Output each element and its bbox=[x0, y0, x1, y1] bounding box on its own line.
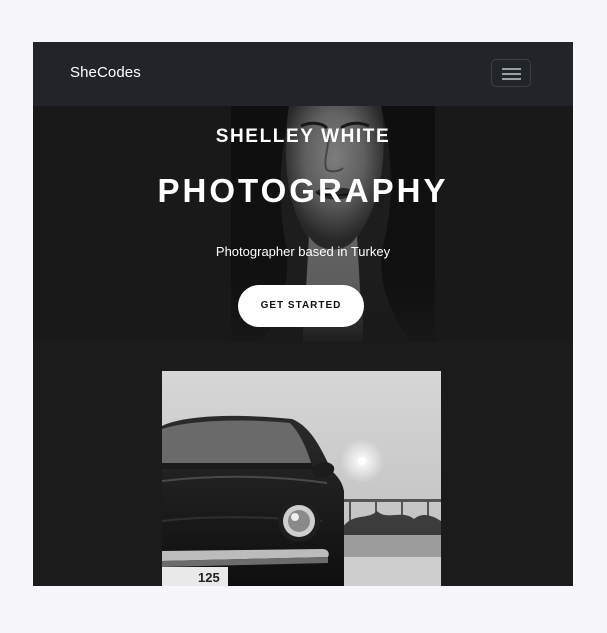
hero-section: SHELLEY WHITE PHOTOGRAPHY Photographer b… bbox=[33, 106, 573, 342]
brand-link[interactable]: SheCodes bbox=[70, 64, 141, 81]
gallery-section: 125 bbox=[33, 342, 573, 586]
hero-subtitle: SHELLEY WHITE bbox=[215, 126, 391, 147]
hero-title: PHOTOGRAPHY bbox=[157, 172, 449, 209]
get-started-button[interactable]: GET STARTED bbox=[238, 285, 364, 327]
license-plate-text: 125 bbox=[198, 570, 220, 585]
car-photo: 125 bbox=[162, 371, 441, 586]
hero-tagline: Photographer based in Turkey bbox=[215, 244, 391, 259]
site-frame: SheCodes SHELLEY WHITE PHOTOGRAPHY Photo… bbox=[33, 42, 573, 586]
hamburger-menu-icon-bar bbox=[502, 78, 521, 80]
menu-toggle-button[interactable] bbox=[491, 59, 531, 87]
hamburger-menu-icon bbox=[502, 68, 521, 70]
navbar: SheCodes bbox=[33, 42, 573, 106]
hamburger-menu-icon-bar bbox=[502, 73, 521, 75]
